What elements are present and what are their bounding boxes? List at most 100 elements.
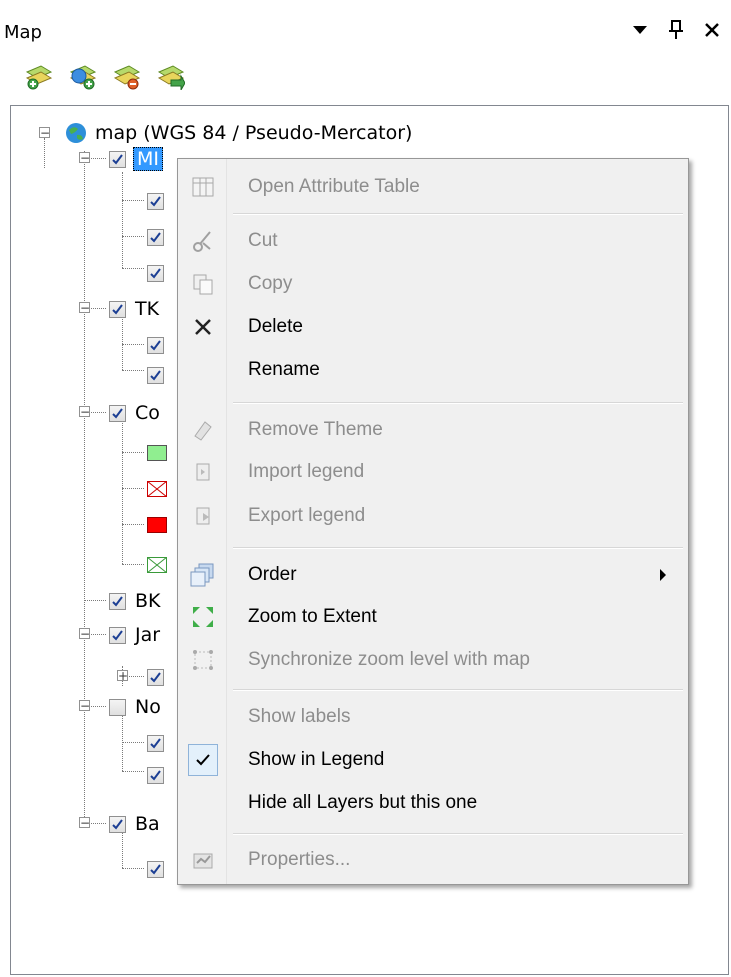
remove-layer-button[interactable] [112,62,142,92]
add-web-layer-button[interactable] [68,62,98,92]
menu-separator [233,689,683,691]
sublayer-row[interactable] [147,360,164,390]
menu-item-label: Hide all Layers but this one [248,792,478,813]
layer-checkbox[interactable] [147,766,164,784]
layer-checkbox[interactable] [109,626,126,644]
arrange-layers-button[interactable] [156,62,186,92]
menu-item-open-attribute-table[interactable]: Open Attribute Table [178,166,688,208]
legend-swatch-row [147,550,167,580]
layer-group-no[interactable]: No [109,692,161,722]
menu-item-cut[interactable]: Cut [178,220,688,262]
red-swatch [147,517,167,533]
menu-item-properties[interactable]: Properties... [178,839,688,881]
layer-checkbox[interactable] [147,366,164,384]
collapse-button[interactable]: − [79,406,90,418]
tree-connector [122,771,144,772]
sublayer-row[interactable] [147,258,164,288]
dropdown-button[interactable] [629,18,651,42]
eraser-icon [190,417,216,443]
layer-checkbox[interactable] [147,734,164,752]
layer-label: No [135,696,161,718]
layer-bk[interactable]: BK [109,586,161,616]
add-layer-button[interactable] [24,62,54,92]
layer-group-tk[interactable]: TK [109,294,159,324]
tree-connector [122,868,144,869]
layer-checkbox[interactable] [109,404,126,422]
layer-checkbox[interactable] [147,336,164,354]
collapse-button[interactable]: − [79,700,90,712]
tree-connector [84,600,106,601]
menu-item-label: Copy [248,273,293,294]
layer-label: BK [135,590,161,612]
root-collapse-button[interactable]: − [39,127,50,139]
layer-checkbox[interactable] [147,264,164,282]
order-icon [190,562,216,588]
menu-item-label: Delete [248,316,303,337]
sublayer-row[interactable] [147,662,164,692]
root-label: map (WGS 84 / Pseudo-Mercator) [95,122,413,144]
collapse-button[interactable]: − [79,152,90,164]
menu-item-import-legend[interactable]: Import legend [178,451,688,493]
tree-connector [122,418,123,564]
collapse-button[interactable]: − [79,302,90,314]
checkmark-icon [150,231,161,243]
menu-item-hide-all-layers[interactable]: Hide all Layers but this one [178,782,688,824]
collapse-button[interactable]: − [79,628,90,640]
legend-swatch-row [147,474,167,504]
arrange-layers-icon [157,65,185,90]
menu-item-copy[interactable]: Copy [178,263,688,305]
layer-checkbox-unchecked[interactable] [109,698,126,716]
layer-checkbox[interactable] [109,300,126,318]
layer-checkbox[interactable] [147,668,164,686]
sublayer-row[interactable] [147,222,164,252]
checkmark-icon [150,769,161,781]
layer-checkbox[interactable] [109,150,126,168]
menu-item-show-labels[interactable]: Show labels [178,696,688,738]
delete-icon [190,314,216,340]
layer-checkbox[interactable] [109,592,126,610]
chevron-down-icon [633,26,647,34]
menu-item-label: Properties... [248,849,351,870]
menu-item-synchronize-zoom[interactable]: Synchronize zoom level with map [178,639,688,681]
collapse-button[interactable]: − [79,817,90,829]
menu-item-order[interactable]: Order [178,554,688,596]
checkmark-icon [150,339,161,351]
menu-item-rename[interactable]: Rename [178,349,688,391]
menu-item-export-legend[interactable]: Export legend [178,495,688,537]
add-web-layer-icon [69,65,97,90]
menu-item-label: Rename [248,359,320,380]
menu-item-delete[interactable]: Delete [178,306,688,348]
close-icon [705,23,719,37]
layer-label: Co [135,402,160,424]
menu-item-label: Open Attribute Table [248,176,420,197]
layer-checkbox[interactable] [147,228,164,246]
sublayer-row[interactable] [147,854,164,884]
layer-checkbox[interactable] [147,192,164,210]
layer-label: TK [135,298,160,320]
map-panel: Map − map (WGS 84 / Pseudo-Mercator) − M… [0,0,731,977]
expand-button[interactable]: + [117,670,128,682]
checkmark-icon [150,863,161,875]
menu-item-remove-theme[interactable]: Remove Theme [178,409,688,451]
menu-item-show-in-legend[interactable]: Show in Legend [178,739,688,781]
menu-separator [233,833,683,835]
sublayer-row[interactable] [147,186,164,216]
menu-item-zoom-to-extent[interactable]: Zoom to Extent [178,596,688,638]
legend-swatch-row [147,510,167,540]
menu-item-label: Zoom to Extent [248,606,377,627]
layer-group-mi[interactable]: MI [109,144,163,174]
layer-checkbox[interactable] [147,860,164,878]
menu-item-label: Order [248,564,297,585]
layer-group-ja[interactable]: Jar [109,620,160,650]
tree-connector [84,151,85,823]
sublayer-row[interactable] [147,330,164,360]
layer-group-co[interactable]: Co [109,398,160,428]
sublayer-row[interactable] [147,760,164,790]
layer-checkbox[interactable] [109,815,126,833]
pin-button[interactable] [665,18,687,42]
sublayer-row[interactable] [147,728,164,758]
zoom-extent-icon [190,604,216,630]
layer-group-ba[interactable]: Ba [109,809,160,839]
checked-indicator [188,744,218,776]
close-button[interactable] [701,18,723,42]
